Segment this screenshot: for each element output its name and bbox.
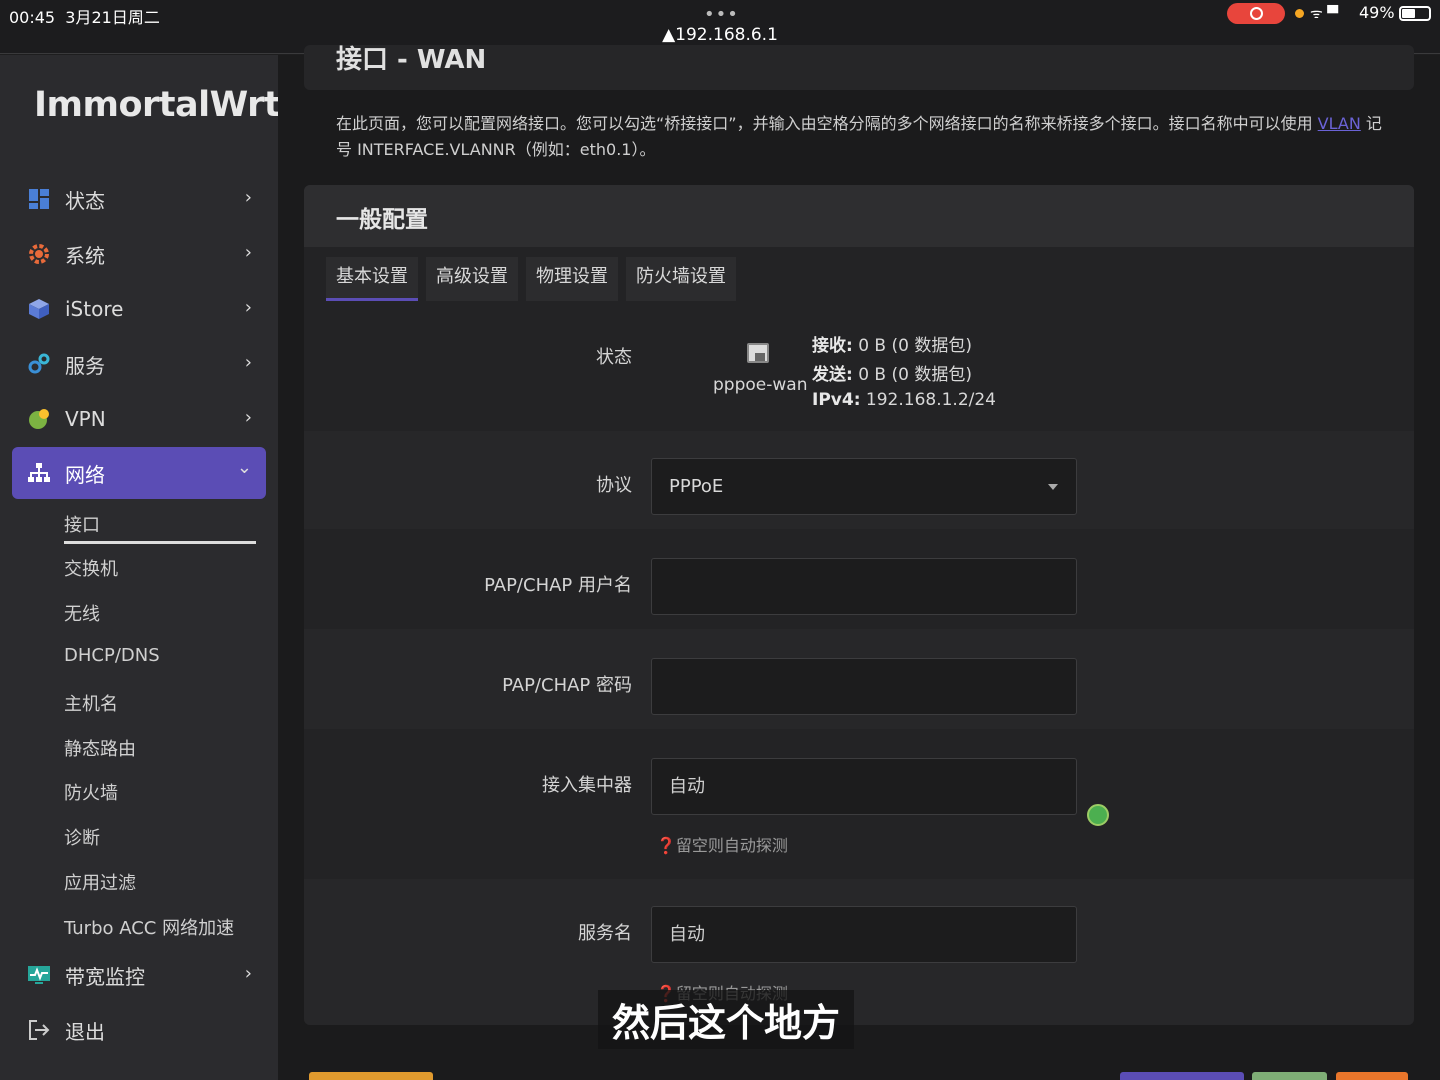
submenu-static-routes[interactable]: 静态路由 [64,735,136,761]
username-label: PAP/CHAP 用户名 [484,575,632,596]
sidebar: ImmortalWrt 状态 › 系统 › iStore › 服务 › VPN … [0,55,281,1080]
tx-stat: 发送: 0 B (0 数据包) [812,365,972,385]
chevron-right-icon: › [244,242,252,263]
password-input[interactable] [651,658,1077,715]
status-label: 状态 [596,347,632,368]
cube-icon [29,299,49,319]
menu-item-status[interactable]: 状态 › [12,173,266,225]
ipv4-stat: IPv4: 192.168.1.2/24 [812,390,997,410]
menu-label: 退出 [65,1019,105,1044]
section-header: 一般配置 [304,185,1414,247]
submenu-hostnames[interactable]: 主机名 [64,690,118,716]
mic-indicator-icon [1295,9,1304,18]
chevron-right-icon: › [244,187,252,208]
chevron-right-icon: › [244,352,252,373]
submenu-dhcp-dns[interactable]: DHCP/DNS [64,645,160,666]
multitask-dots[interactable]: ••• [704,4,739,25]
screen-record-icon[interactable] [1227,3,1285,24]
menu-label: 网络 [65,462,105,487]
concentrator-row: 接入集中器 自动 ❓留空则自动探测 [304,729,1414,879]
menu-label: VPN [65,407,106,431]
tab-physical[interactable]: 物理设置 [526,257,618,301]
wifi-icon: ᯤ ▀ [1310,6,1338,22]
menu-label: 系统 [65,243,105,268]
page-description: 在此页面，您可以配置网络接口。您可以勾选“桥接接口”，并输入由空格分隔的多个网络… [336,114,1382,159]
service-label: 服务名 [578,923,632,944]
menu-item-vpn[interactable]: VPN › [12,393,266,445]
username-input[interactable] [651,558,1077,615]
menu-label: 状态 [65,188,105,213]
page-title: 接口 - WAN [336,45,487,75]
save-apply-button[interactable] [1120,1072,1244,1080]
tab-basic[interactable]: 基本设置 [326,257,418,301]
submenu-diagnostics[interactable]: 诊断 [64,824,100,850]
submenu-interfaces[interactable]: 接口 [64,511,100,537]
tab-firewall[interactable]: 防火墙设置 [626,257,736,301]
globe-icon [29,409,49,429]
page-title-card: 接口 - WAN [304,45,1414,90]
submenu-firewall[interactable]: 防火墙 [64,779,118,805]
menu-item-istore[interactable]: iStore › [12,283,266,335]
submenu-turbo-acc[interactable]: Turbo ACC 网络加速 [64,914,234,940]
service-row: 服务名 自动 ❓留空则自动探测 [304,879,1414,1025]
interface-name: pppoe-wan [713,375,808,395]
concentrator-label: 接入集中器 [542,775,632,796]
tab-advanced[interactable]: 高级设置 [426,257,518,301]
save-button[interactable] [1252,1072,1327,1080]
service-input[interactable]: 自动 [651,906,1077,963]
logo: ImmortalWrt [34,85,281,125]
dashboard-icon [29,189,49,209]
menu-item-system[interactable]: 系统 › [12,228,266,280]
menu-item-logout[interactable]: 退出 [12,1004,266,1056]
section-title: 一般配置 [336,207,428,233]
chevron-right-icon: › [244,963,252,984]
protocol-label: 协议 [596,475,632,496]
chevron-right-icon: › [244,297,252,318]
submenu-switch[interactable]: 交换机 [64,555,118,581]
menu-label: 带宽监控 [65,964,145,989]
menu-item-network[interactable]: 网络 ⌄ [12,447,266,499]
menu-item-services[interactable]: 服务 › [12,338,266,390]
dismiss-button[interactable] [309,1072,433,1080]
chevron-right-icon: › [244,407,252,428]
battery-icon [1399,6,1431,21]
concentrator-hint: ❓留空则自动探测 [656,836,788,855]
sitemap-icon [28,463,50,482]
protocol-row: 协议 PPPoE [304,431,1414,529]
logout-icon [29,1020,50,1040]
submenu-wireless[interactable]: 无线 [64,600,100,626]
network-port-icon [747,343,769,363]
username-row: PAP/CHAP 用户名 [304,529,1414,629]
active-underline [64,541,256,544]
vlan-link[interactable]: VLAN [1318,114,1361,133]
concentrator-input[interactable]: 自动 [651,758,1077,815]
general-config-section: 一般配置 基本设置 高级设置 物理设置 防火墙设置 状态 pppoe-wan 接… [304,185,1414,1025]
reset-button[interactable] [1336,1072,1408,1080]
battery-percent: 49% [1359,3,1395,22]
menu-label: 服务 [65,353,105,378]
video-subtitle: 然后这个地方 [598,990,855,1049]
gear-icon [29,244,49,264]
cogs-icon [28,353,50,374]
main-content: 接口 - WAN 在此页面，您可以配置网络接口。您可以勾选“桥接接口”，并输入由… [278,45,1440,1080]
chevron-down-icon: ⌄ [236,457,252,478]
rx-stat: 接收: 0 B (0 数据包) [812,336,972,356]
caret-down-icon [1048,484,1058,490]
address-bar[interactable]: ▲192.168.6.1 [0,25,1440,45]
password-row: PAP/CHAP 密码 [304,629,1414,729]
monitor-icon [28,966,50,984]
password-label: PAP/CHAP 密码 [502,675,632,696]
menu-item-bandwidth[interactable]: 带宽监控 › [12,949,266,1001]
submenu-app-filter[interactable]: 应用过滤 [64,869,136,895]
menu-label: iStore [65,297,124,321]
protocol-select[interactable]: PPPoE [651,458,1077,515]
